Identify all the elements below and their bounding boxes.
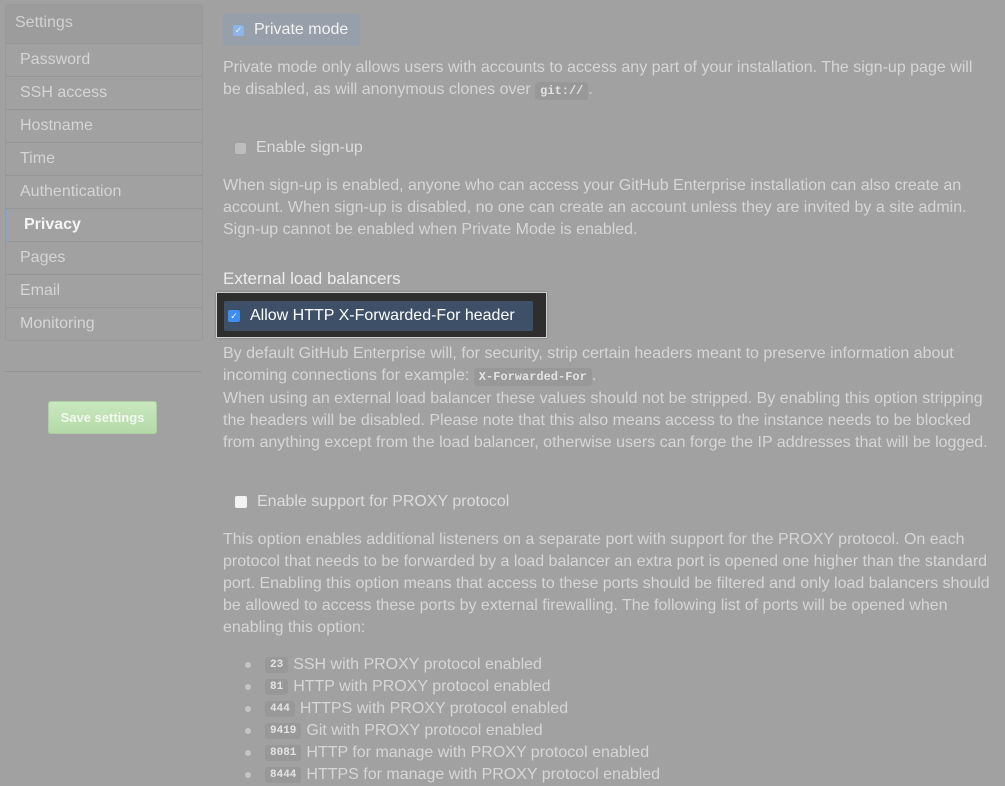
- settings-sidebar: Settings Password SSH access Hostname Ti…: [5, 4, 203, 341]
- sidebar-item-time[interactable]: Time: [6, 143, 202, 176]
- sidebar-divider: [4, 371, 202, 372]
- list-item: 23 SSH with PROXY protocol enabled: [223, 654, 660, 676]
- port-code: 81: [265, 679, 289, 695]
- xff-highlight-frame: ✓ Allow HTTP X-Forwarded-For header: [216, 292, 547, 338]
- sidebar-heading: Settings: [6, 5, 202, 44]
- private-mode-desc-text: Private mode only allows users with acco…: [223, 59, 973, 98]
- signup-description: When sign-up is enabled, anyone who can …: [223, 177, 967, 238]
- private-mode-label: Private mode: [254, 21, 349, 38]
- xff-code: X-Forwarded-For: [473, 368, 592, 386]
- sidebar-item-monitoring[interactable]: Monitoring: [6, 308, 202, 340]
- sidebar-item-email[interactable]: Email: [6, 275, 202, 308]
- sidebar-item-pages[interactable]: Pages: [6, 242, 202, 275]
- bullet-icon: [245, 728, 251, 734]
- bullet-icon: [245, 684, 251, 690]
- list-item: 444 HTTPS with PROXY protocol enabled: [223, 698, 660, 720]
- sidebar-item-hostname[interactable]: Hostname: [6, 110, 202, 143]
- load-balancers-heading: External load balancers: [223, 269, 401, 288]
- enable-signup-checkbox[interactable]: [235, 142, 246, 154]
- proxy-description: This option enables additional listeners…: [223, 531, 990, 636]
- xff-header-option[interactable]: ✓ Allow HTTP X-Forwarded-For header: [224, 301, 533, 331]
- enable-signup-label: Enable sign-up: [256, 139, 363, 156]
- enable-signup-option[interactable]: Enable sign-up: [235, 137, 363, 159]
- proxy-protocol-label: Enable support for PROXY protocol: [257, 493, 510, 510]
- port-description: HTTPS for manage with PROXY protocol ena…: [306, 766, 661, 783]
- sidebar-item-ssh-access[interactable]: SSH access: [6, 77, 202, 110]
- list-item: 81 HTTP with PROXY protocol enabled: [223, 676, 660, 698]
- list-item: 8444 HTTPS for manage with PROXY protocol…: [223, 764, 660, 786]
- bullet-icon: [245, 750, 251, 756]
- list-item: 9419 Git with PROXY protocol enabled: [223, 720, 660, 742]
- bullet-icon: [245, 772, 251, 778]
- private-mode-description: Private mode only allows users with acco…: [223, 57, 993, 102]
- proxy-protocol-checkbox[interactable]: [235, 496, 247, 508]
- xff-header-label: Allow HTTP X-Forwarded-For header: [250, 307, 515, 324]
- xff-header-checkbox[interactable]: ✓: [228, 310, 240, 322]
- sidebar-item-authentication[interactable]: Authentication: [6, 176, 202, 209]
- proxy-protocol-option[interactable]: Enable support for PROXY protocol: [235, 491, 509, 513]
- list-item: 8081 HTTP for manage with PROXY protocol …: [223, 742, 660, 764]
- port-code: 8444: [265, 767, 302, 783]
- port-code: 444: [265, 701, 295, 717]
- port-code: 9419: [265, 723, 302, 739]
- private-mode-desc-end: .: [588, 81, 593, 98]
- bullet-icon: [245, 706, 251, 712]
- xff-desc-end: .: [591, 367, 597, 384]
- git-protocol-code: git://: [535, 82, 589, 100]
- port-description: SSH with PROXY protocol enabled: [293, 656, 542, 673]
- xff-desc-warning: When using an external load balancer the…: [223, 390, 988, 451]
- port-description: Git with PROXY protocol enabled: [306, 722, 543, 739]
- sidebar-item-password[interactable]: Password: [6, 44, 202, 77]
- port-description: HTTPS with PROXY protocol enabled: [299, 700, 569, 717]
- port-code: 8081: [265, 745, 302, 761]
- port-description: HTTP for manage with PROXY protocol enab…: [306, 744, 650, 761]
- save-settings-button[interactable]: Save settings: [48, 401, 157, 434]
- proxy-ports-list: 23 SSH with PROXY protocol enabled 81 HTTP…: [223, 654, 660, 786]
- port-code: 23: [265, 657, 289, 673]
- bullet-icon: [245, 662, 251, 668]
- private-mode-checkbox[interactable]: ✓: [233, 24, 244, 36]
- xff-description: By default GitHub Enterprise will, for s…: [223, 343, 993, 454]
- private-mode-option[interactable]: ✓ Private mode: [223, 14, 361, 46]
- sidebar-item-privacy[interactable]: Privacy: [6, 209, 202, 242]
- port-description: HTTP with PROXY protocol enabled: [293, 678, 551, 695]
